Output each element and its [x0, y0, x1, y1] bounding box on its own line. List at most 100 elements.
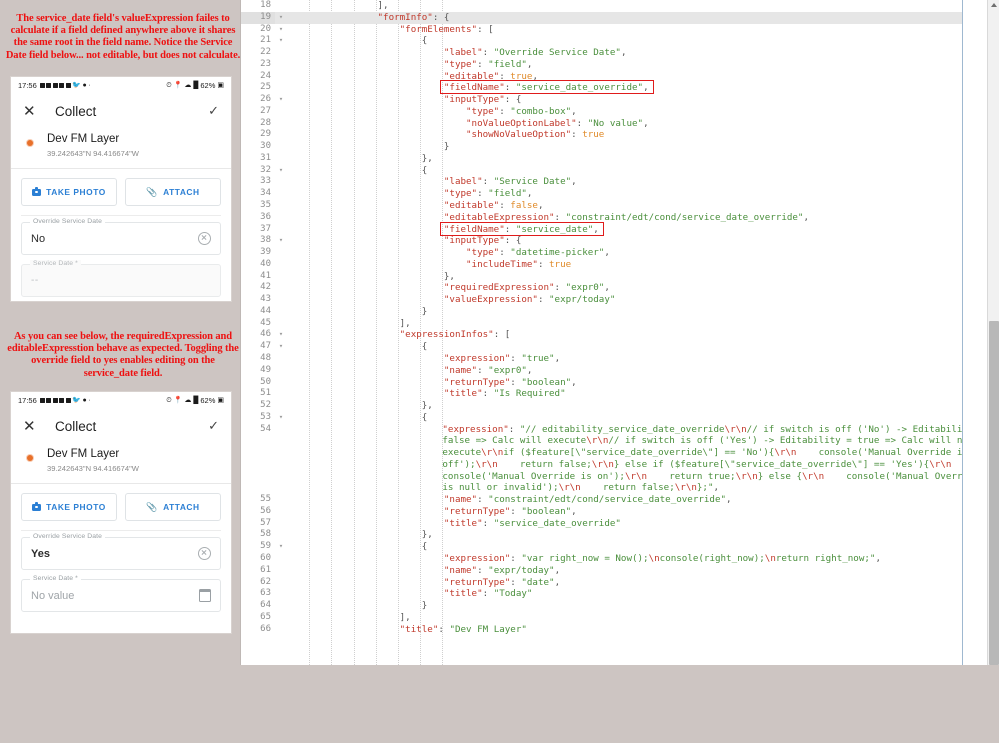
fold-toggle-icon[interactable]: ▾	[275, 12, 287, 24]
code-line[interactable]: 61 "name": "expr/today",	[241, 564, 988, 577]
fold-toggle-icon[interactable]: ▾	[275, 94, 287, 106]
calendar-icon[interactable]	[198, 589, 212, 602]
json-code-editor[interactable]: 18 ], 19 ▾ "formInfo": {20 ▾ "formElements"…	[240, 0, 988, 665]
fold-toggle-icon[interactable]	[275, 294, 287, 306]
fold-toggle-icon[interactable]	[275, 400, 287, 412]
fold-toggle-icon[interactable]	[275, 306, 287, 318]
code-line[interactable]: 47 ▾ {	[241, 341, 988, 353]
code-line[interactable]: 25 "fieldName": "service_date_override",	[241, 82, 988, 95]
code-line[interactable]: 53 ▾ {	[241, 411, 988, 424]
fold-toggle-icon[interactable]	[275, 318, 287, 330]
code-line[interactable]: 66 "title": "Dev FM Layer"	[241, 623, 988, 636]
fold-toggle-icon[interactable]	[275, 612, 287, 624]
code-line[interactable]: 20 ▾ "formElements": [	[241, 23, 988, 36]
fold-toggle-icon[interactable]: ▾	[275, 541, 287, 553]
code-line[interactable]: 28 "noValueOptionLabel": "No value",	[241, 117, 988, 130]
override-service-date-field[interactable]: Override Service Date No	[21, 218, 221, 255]
fold-toggle-icon[interactable]	[275, 353, 287, 365]
code-line[interactable]: 45 ],	[241, 317, 988, 330]
fold-toggle-icon[interactable]	[275, 247, 287, 259]
fold-toggle-icon[interactable]	[275, 553, 287, 565]
fold-toggle-icon[interactable]	[275, 224, 287, 236]
fold-toggle-icon[interactable]: ▾	[275, 24, 287, 36]
code-line[interactable]: 50 "returnType": "boolean",	[241, 376, 988, 389]
fold-toggle-icon[interactable]	[275, 153, 287, 165]
code-line[interactable]: 36 "editableExpression": "constraint/edt…	[241, 211, 988, 224]
fold-toggle-icon[interactable]	[275, 588, 287, 600]
fold-toggle-icon[interactable]	[275, 71, 287, 83]
code-line[interactable]: 34 "type": "field",	[241, 188, 988, 201]
code-line[interactable]: 41 },	[241, 270, 988, 283]
scrollbar-thumb[interactable]	[989, 321, 999, 665]
code-line[interactable]: 58 },	[241, 529, 988, 542]
code-line[interactable]: 43 "valueExpression": "expr/today"	[241, 294, 988, 306]
fold-toggle-icon[interactable]	[275, 59, 287, 71]
code-line[interactable]: 32 ▾ {	[241, 164, 988, 177]
code-line[interactable]: 57 "title": "service_date_override"	[241, 517, 988, 530]
service-date-field[interactable]: Service Date * No value	[21, 575, 221, 612]
fold-toggle-icon[interactable]	[275, 494, 287, 506]
fold-toggle-icon[interactable]	[275, 259, 287, 271]
fold-toggle-icon[interactable]	[275, 200, 287, 212]
code-line[interactable]: 65 ],	[241, 611, 988, 624]
code-line[interactable]: 21 ▾ {	[241, 35, 988, 48]
code-line[interactable]: 51 "title": "Is Required"	[241, 388, 988, 401]
attach-button[interactable]: 📎 ATTACH	[125, 178, 221, 206]
code-line[interactable]: 29 "showNoValueOption": true	[241, 129, 988, 142]
fold-toggle-icon[interactable]: ▾	[275, 341, 287, 353]
fold-toggle-icon[interactable]	[275, 565, 287, 577]
code-line[interactable]: 22 "label": "Override Service Date",	[241, 47, 988, 59]
code-line[interactable]: 56 "returnType": "boolean",	[241, 505, 988, 518]
code-line[interactable]: 37 "fieldName": "service_date",	[241, 223, 988, 236]
close-icon[interactable]: ✕	[23, 419, 41, 434]
code-line[interactable]: 26 ▾ "inputType": {	[241, 94, 988, 106]
scroll-up-arrow-icon[interactable]	[991, 3, 997, 7]
fold-toggle-icon[interactable]	[275, 577, 287, 589]
fold-toggle-icon[interactable]	[275, 106, 287, 118]
code-line[interactable]: 40 "includeTime": true	[241, 258, 988, 271]
fold-toggle-icon[interactable]	[275, 365, 287, 377]
fold-toggle-icon[interactable]: ▾	[275, 165, 287, 177]
code-line[interactable]: 46 ▾ "expressionInfos": [	[241, 329, 988, 342]
fold-toggle-icon[interactable]	[275, 377, 287, 389]
attach-button[interactable]: 📎 ATTACH	[125, 493, 221, 521]
fold-toggle-icon[interactable]	[275, 529, 287, 541]
fold-toggle-icon[interactable]	[275, 0, 287, 12]
fold-toggle-icon[interactable]: ▾	[275, 412, 287, 424]
code-line[interactable]: 59 ▾ {	[241, 541, 988, 553]
code-line[interactable]: 33 "label": "Service Date",	[241, 176, 988, 189]
close-icon[interactable]: ✕	[23, 104, 41, 119]
submit-check-icon[interactable]: ✓	[208, 103, 219, 119]
code-line[interactable]: 18 ],	[241, 0, 988, 12]
code-line[interactable]: 54 "expression": "// editability_service_…	[241, 423, 988, 495]
fold-toggle-icon[interactable]	[275, 118, 287, 130]
fold-toggle-icon[interactable]	[275, 47, 287, 59]
fold-toggle-icon[interactable]	[275, 141, 287, 153]
code-line[interactable]: 39 "type": "datetime-picker",	[241, 247, 988, 259]
code-line[interactable]: 55 "name": "constraint/edt/cond/service_…	[241, 494, 988, 506]
code-line[interactable]: 49 "name": "expr0",	[241, 364, 988, 377]
fold-toggle-icon[interactable]: ▾	[275, 35, 287, 47]
code-line[interactable]: 19 ▾ "formInfo": {	[241, 11, 988, 24]
code-line[interactable]: 60 "expression": "var right_now = Now();…	[241, 552, 988, 565]
fold-toggle-icon[interactable]	[275, 176, 287, 188]
code-line[interactable]: 30 }	[241, 141, 988, 153]
code-line[interactable]: 38 ▾ "inputType": {	[241, 235, 988, 248]
take-photo-button[interactable]: TAKE PHOTO	[21, 178, 117, 206]
code-line[interactable]: 62 "returnType": "date",	[241, 576, 988, 589]
clear-icon[interactable]	[198, 232, 211, 245]
take-photo-button[interactable]: TAKE PHOTO	[21, 493, 117, 521]
fold-toggle-icon[interactable]: ▾	[275, 329, 287, 341]
fold-toggle-icon[interactable]	[275, 518, 287, 530]
fold-toggle-icon[interactable]: ▾	[275, 235, 287, 247]
code-line[interactable]: 52 },	[241, 400, 988, 412]
clear-icon[interactable]	[198, 547, 211, 560]
code-line[interactable]: 44 }	[241, 305, 988, 318]
fold-toggle-icon[interactable]	[275, 82, 287, 94]
fold-toggle-icon[interactable]	[275, 188, 287, 200]
code-line[interactable]: 23 "type": "field",	[241, 58, 988, 71]
fold-toggle-icon[interactable]	[275, 271, 287, 283]
fold-toggle-icon[interactable]	[275, 282, 287, 294]
code-line[interactable]: 27 "type": "combo-box",	[241, 105, 988, 118]
fold-toggle-icon[interactable]	[275, 506, 287, 518]
